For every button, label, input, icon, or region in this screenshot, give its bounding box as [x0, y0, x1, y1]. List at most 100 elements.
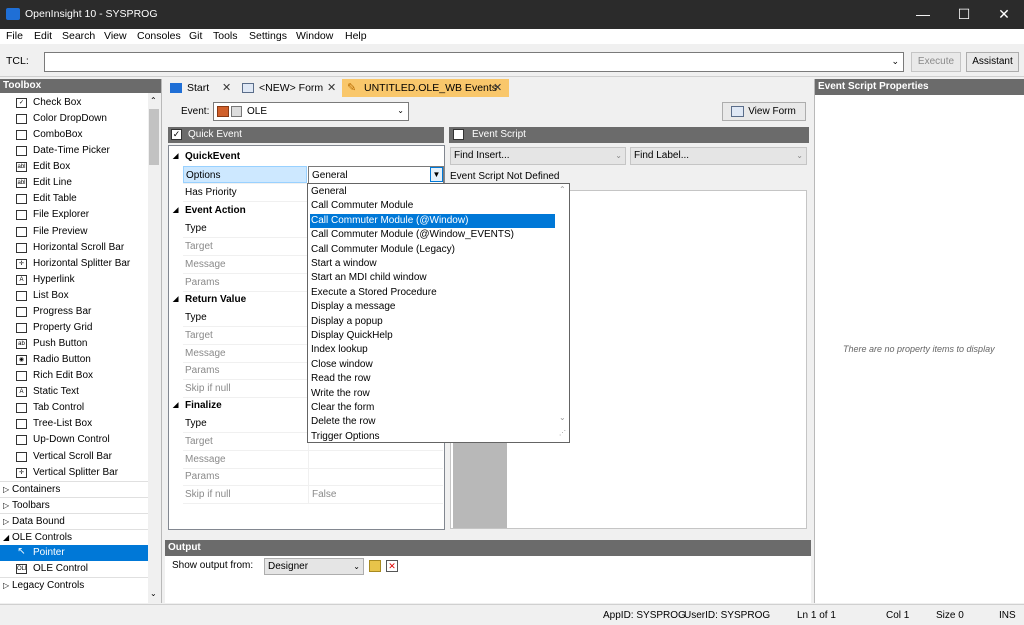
folder-search-icon[interactable]	[369, 560, 381, 572]
options-value[interactable]: General	[308, 166, 444, 184]
execute-button[interactable]: Execute	[911, 52, 961, 72]
toolbox-item[interactable]: Color DropDown	[16, 111, 150, 127]
tcl-input[interactable]: ⌄	[44, 52, 904, 72]
tab-ole-events[interactable]: ✎ UNTITLED.OLE_WB Events ✕	[342, 79, 509, 97]
dropdown-option[interactable]: Start an MDI child window	[310, 271, 555, 285]
pointer-icon: ↖	[17, 548, 26, 557]
clear-output-icon[interactable]: ✕	[386, 560, 398, 572]
dropdown-option[interactable]: Call Commuter Module (@Window_EVENTS)	[310, 228, 555, 242]
menu-edit[interactable]: Edit	[34, 29, 52, 43]
toolbox-group-legacy[interactable]: ▷ Legacy Controls	[0, 577, 148, 593]
dropdown-option[interactable]: Write the row	[310, 387, 555, 401]
scroll-up-icon[interactable]: ⌃	[150, 96, 157, 105]
close-tab-icon[interactable]: ✕	[327, 79, 336, 97]
dropdown-option[interactable]: Index lookup	[310, 343, 555, 357]
toolbox-item[interactable]: Tab Control	[16, 400, 150, 416]
resize-grip-icon[interactable]: ⋰	[559, 429, 566, 437]
dropdown-option[interactable]: Call Commuter Module	[310, 199, 555, 213]
toolbox-item[interactable]: Property Grid	[16, 320, 150, 336]
toolbox-item[interactable]: List Box	[16, 288, 150, 304]
quick-event-checkbox[interactable]: ✓	[171, 129, 182, 140]
output-source-select[interactable]: Designer ⌄	[264, 558, 364, 575]
scroll-thumb[interactable]	[149, 109, 159, 165]
menu-help[interactable]: Help	[345, 29, 367, 43]
toolbox-item[interactable]: Rich Edit Box	[16, 368, 150, 384]
event-select[interactable]: OLE ⌄	[213, 102, 409, 121]
dropdown-option[interactable]: General	[310, 185, 555, 199]
dropdown-option[interactable]: Call Commuter Module (Legacy)	[310, 243, 555, 257]
maximize-button[interactable]: ☐	[944, 0, 984, 29]
toolbox-item[interactable]: Up-Down Control	[16, 432, 150, 448]
toolbox-item[interactable]: A Hyperlink	[16, 272, 150, 288]
find-insert-select[interactable]: Find Insert... ⌄	[450, 147, 626, 165]
toolbox-item[interactable]: Tree-List Box	[16, 416, 150, 432]
toolbox-group-toolbars[interactable]: ▷ Toolbars	[0, 497, 148, 513]
toolbox-item[interactable]: ◉ Radio Button	[16, 352, 150, 368]
assistant-button[interactable]: Assistant	[966, 52, 1019, 72]
toolbox-item[interactable]: Progress Bar	[16, 304, 150, 320]
dropdown-scrollbar[interactable]: ⌃ ⌄ ⋰	[557, 185, 569, 441]
row-fn-message[interactable]: Message	[183, 451, 443, 469]
dropdown-option[interactable]: Call Commuter Module (@Window)	[310, 213, 555, 229]
dropdown-option[interactable]: Trigger Options	[310, 430, 555, 444]
find-label-select[interactable]: Find Label... ⌄	[630, 147, 807, 165]
row-fn-params[interactable]: Params	[183, 468, 443, 486]
toolbox-item[interactable]: ab Push Button	[16, 336, 150, 352]
toolbox-group-ole[interactable]: ◢ OLE Controls	[0, 529, 148, 545]
toolbox-item[interactable]: File Explorer	[16, 207, 150, 223]
dropdown-option[interactable]: Close window	[310, 358, 555, 372]
output-header: Output	[165, 540, 811, 556]
menu-file[interactable]: File	[6, 29, 23, 43]
toolbox-item[interactable]: ✛ Vertical Splitter Bar	[16, 465, 150, 481]
event-script-checkbox[interactable]	[453, 129, 464, 140]
toolbox-group-databound[interactable]: ▷ Data Bound	[0, 513, 148, 529]
chevron-down-icon[interactable]: ⌄	[891, 56, 899, 67]
row-options[interactable]: Options General ▼	[183, 166, 444, 184]
toolbox-item[interactable]: abl Edit Line	[16, 175, 150, 191]
toolbox-item[interactable]: ↖ Pointer	[0, 545, 148, 561]
toolbox-scrollbar[interactable]: ⌃ ⌄	[148, 93, 161, 603]
show-output-label: Show output from:	[172, 560, 254, 571]
menu-tools[interactable]: Tools	[213, 29, 238, 43]
toolbox-item[interactable]: Vertical Scroll Bar	[16, 449, 150, 465]
dropdown-option[interactable]: Display a popup	[310, 315, 555, 329]
dropdown-option[interactable]: Display a message	[310, 300, 555, 314]
toolbox-item[interactable]: OLEOLE Control	[16, 561, 150, 577]
menu-consoles[interactable]: Consoles	[137, 29, 181, 43]
toolbox-item[interactable]: File Preview	[16, 224, 150, 240]
menu-search[interactable]: Search	[62, 29, 95, 43]
status-bar: AppID: SYSPROG UserID: SYSPROG Ln 1 of 1…	[0, 604, 1024, 625]
scroll-down-icon[interactable]: ⌄	[150, 589, 157, 598]
toolbox-item[interactable]: ✛ Horizontal Splitter Bar	[16, 256, 150, 272]
dropdown-option[interactable]: Read the row	[310, 372, 555, 386]
menu-view[interactable]: View	[104, 29, 127, 43]
toolbox-item[interactable]: abl Edit Box	[16, 159, 150, 175]
row-fn-skip[interactable]: Skip if null False	[183, 486, 443, 504]
options-dropdown-icon[interactable]: ▼	[430, 167, 443, 182]
toolbox-item[interactable]: ComboBox	[16, 127, 150, 143]
toolbox-item[interactable]: Horizontal Scroll Bar	[16, 240, 150, 256]
close-button[interactable]: ✕	[984, 0, 1024, 29]
tab-new-form[interactable]: <NEW> Form ✕	[237, 79, 342, 97]
category-quickevent[interactable]: ◢ QuickEvent	[169, 148, 443, 166]
toolbox-item[interactable]: A Static Text	[16, 384, 150, 400]
scroll-up-icon[interactable]: ⌃	[559, 185, 566, 194]
view-form-button[interactable]: View Form	[722, 102, 806, 121]
menu-settings[interactable]: Settings	[249, 29, 287, 43]
dropdown-option[interactable]: Clear the form	[310, 401, 555, 415]
tab-start[interactable]: Start ✕	[165, 79, 237, 97]
close-tab-icon[interactable]: ✕	[222, 79, 231, 97]
minimize-button[interactable]: —	[903, 0, 943, 29]
menu-window[interactable]: Window	[296, 29, 333, 43]
dropdown-option[interactable]: Display QuickHelp	[310, 329, 555, 343]
dropdown-option[interactable]: Execute a Stored Procedure	[310, 286, 555, 300]
toolbox-item[interactable]: Date-Time Picker	[16, 143, 150, 159]
dropdown-option[interactable]: Start a window	[310, 257, 555, 271]
menu-git[interactable]: Git	[189, 29, 202, 43]
toolbox-item[interactable]: Edit Table	[16, 191, 150, 207]
scroll-down-icon[interactable]: ⌄	[559, 413, 566, 422]
toolbox-item[interactable]: ✓ Check Box	[16, 95, 150, 111]
close-tab-icon[interactable]: ✕	[493, 79, 502, 97]
dropdown-option[interactable]: Delete the row	[310, 415, 555, 429]
toolbox-group-containers[interactable]: ▷ Containers	[0, 481, 148, 497]
